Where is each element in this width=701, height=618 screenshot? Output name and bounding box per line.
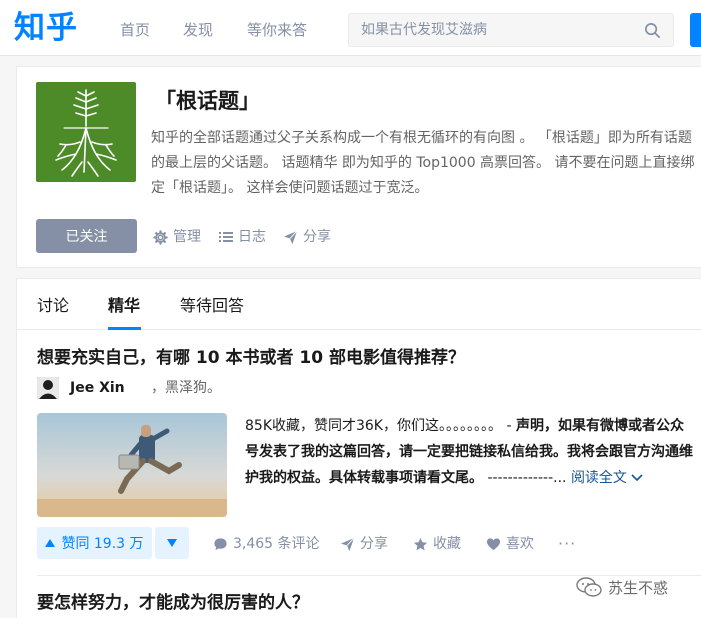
manage-button[interactable]: 管理 — [153, 227, 201, 247]
follow-button[interactable]: 已关注 — [36, 219, 137, 253]
log-button[interactable]: 日志 — [219, 227, 266, 247]
star-icon — [413, 537, 428, 550]
feed-tabs: 讨论 精华 等待回答 — [17, 279, 701, 330]
author-name[interactable]: Jee Xin — [70, 379, 125, 397]
downvote-button[interactable] — [155, 527, 189, 559]
search-input[interactable] — [349, 14, 639, 46]
tab-waiting-answers[interactable]: 等待回答 — [180, 295, 244, 317]
collect-label: 收藏 — [433, 536, 461, 552]
ask-question-button[interactable] — [690, 13, 701, 47]
share-answer-button[interactable]: 分享 — [340, 535, 388, 553]
comment-bubble-icon — [214, 537, 227, 550]
heart-icon — [486, 537, 501, 550]
answer-cover-image[interactable] — [37, 413, 227, 517]
tree-root-icon — [55, 89, 117, 177]
paper-plane-icon — [283, 230, 298, 244]
read-more-label: 阅读全文 — [570, 470, 627, 486]
share-label: 分享 — [303, 229, 331, 245]
wechat-icon — [576, 577, 602, 597]
manage-label: 管理 — [173, 229, 201, 245]
tab-featured[interactable]: 精华 — [108, 295, 140, 317]
like-label: 喜欢 — [506, 536, 534, 552]
topic-feed: 讨论 精华 等待回答 想要充实自己，有哪 10 本书或者 10 部电影值得推荐？… — [16, 278, 701, 618]
person-silhouette-icon — [37, 377, 59, 399]
nav-explore[interactable]: 发现 — [183, 20, 213, 40]
watermark-text: 苏生不惑 — [608, 578, 669, 597]
excerpt-tail-text: -------------... — [483, 470, 567, 486]
zhihu-logo[interactable]: 知乎 — [14, 8, 78, 48]
active-tab-indicator — [108, 327, 141, 330]
comments-count: 3,465 条评论 — [233, 536, 320, 552]
share-answer-label: 分享 — [360, 536, 388, 552]
watermark: 苏生不惑 — [576, 576, 668, 598]
gear-icon — [153, 229, 168, 245]
avatar[interactable] — [37, 377, 59, 399]
read-more-link[interactable]: 阅读全文 — [571, 470, 643, 486]
answer-excerpt[interactable]: 85K收藏，赞同才36K，你们这。。。。。。。。 - 声明，如果有微博或者公众号… — [245, 413, 697, 491]
upvote-label: 赞同 19.3 万 — [61, 536, 144, 552]
triangle-down-icon — [167, 539, 177, 547]
comments-button[interactable]: 3,465 条评论 — [213, 535, 320, 553]
nav-home[interactable]: 首页 — [120, 20, 150, 40]
triangle-up-icon — [45, 539, 56, 547]
question-title[interactable]: 想要充实自己，有哪 10 本书或者 10 部电影值得推荐？ — [37, 346, 465, 370]
topic-card: 「根话题」 知乎的全部话题通过父子关系构成一个有根无循环的有向图 。 「根话题」… — [16, 66, 701, 268]
upvote-button[interactable]: 赞同 19.3 万 — [37, 527, 152, 559]
question-title[interactable]: 要怎样努力，才能成为很厉害的人？ — [37, 591, 309, 615]
paper-plane-icon — [340, 537, 355, 551]
share-button[interactable]: 分享 — [283, 227, 331, 247]
author-bio: ，黑泽狗。 — [151, 380, 221, 396]
topic-avatar — [36, 82, 136, 182]
search-icon[interactable] — [644, 22, 661, 39]
chevron-down-icon — [631, 474, 643, 482]
leaping-businessman-image — [37, 413, 227, 517]
search-box[interactable] — [348, 13, 674, 47]
tab-discussion[interactable]: 讨论 — [37, 295, 69, 317]
topic-title: 「根话题」 — [155, 89, 260, 113]
more-options-button[interactable]: ··· — [558, 535, 576, 553]
topic-description: 知乎的全部话题通过父子关系构成一个有根无循环的有向图 。 「根话题」即为所有话题… — [151, 130, 695, 196]
like-button[interactable]: 喜欢 — [486, 535, 534, 553]
excerpt-plain-text: 85K收藏，赞同才36K，你们这。。。。。。。。 - — [245, 418, 516, 434]
top-header: 知乎 首页 发现 等你来答 — [0, 0, 701, 56]
collect-button[interactable]: 收藏 — [413, 535, 461, 553]
list-icon — [219, 232, 233, 242]
log-label: 日志 — [238, 229, 266, 245]
nav-waiting-answers[interactable]: 等你来答 — [247, 20, 307, 40]
